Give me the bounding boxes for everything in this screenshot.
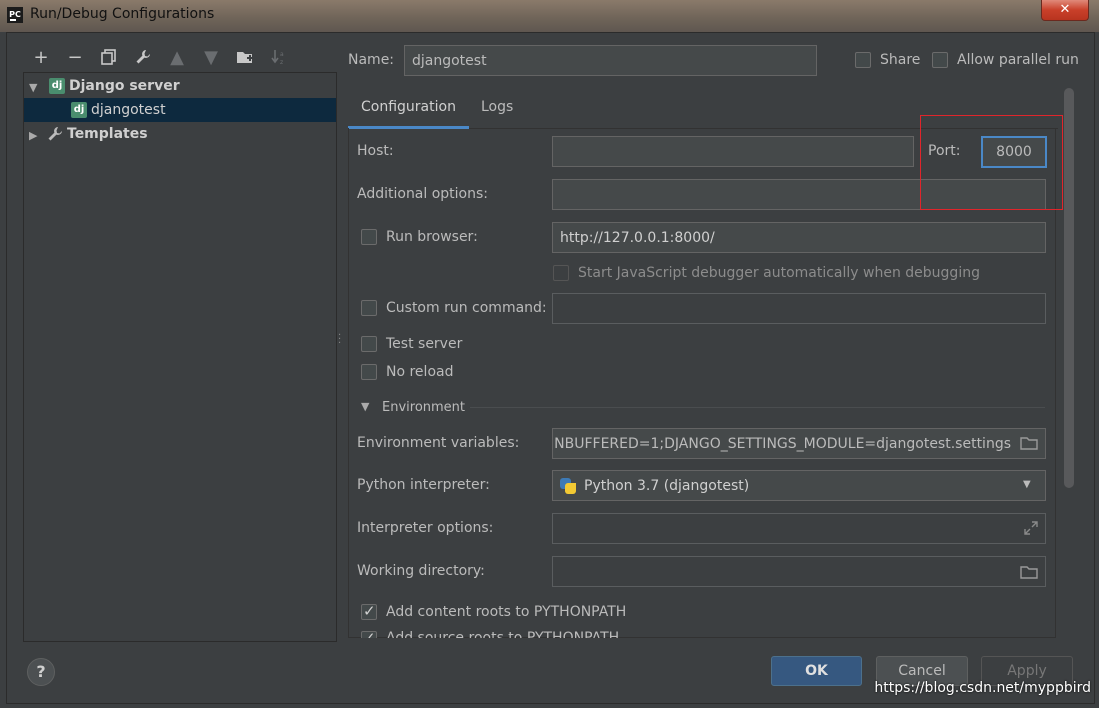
plus-icon: + [33,46,49,68]
wrench-icon [48,127,62,141]
working-directory-input[interactable] [552,556,1046,587]
python-interpreter-select[interactable]: Python 3.7 (djangotest) [552,470,1046,501]
interpreter-options-input[interactable] [552,513,1046,544]
custom-run-command-input[interactable] [552,293,1046,324]
python-icon [560,477,576,494]
tab-configuration[interactable]: Configuration [348,92,469,129]
django-icon: dj [49,78,65,94]
tree-item-django-server[interactable]: ▼ dj Django server [24,74,336,98]
move-up-button[interactable]: ▲ [160,44,194,70]
source-roots-checkbox[interactable] [361,629,377,638]
tab-logs[interactable]: Logs [468,92,526,126]
host-label: Host: [357,143,394,159]
tree-item-label: djangotest [91,102,166,118]
edit-defaults-button[interactable] [126,44,160,70]
env-vars-input[interactable]: NUNBUFFERED=1;DJANGO_SETTINGS_MODULE=dja… [552,428,1046,459]
close-icon: ✕ [1059,2,1071,17]
allow-parallel-run-label: Allow parallel run [957,52,1079,68]
name-label: Name: [348,52,395,68]
interpreter-options-label: Interpreter options: [357,520,494,536]
highlight-annotation [920,115,1063,210]
env-vars-value: NUNBUFFERED=1;DJANGO_SETTINGS_MODULE=dja… [552,435,1011,452]
pycharm-icon: PC [7,7,23,23]
ok-button[interactable]: OK [771,656,862,686]
chevron-down-icon[interactable]: ▼ [29,81,39,94]
arrow-down-icon: ▼ [204,46,218,68]
python-interpreter-label: Python interpreter: [357,477,490,493]
tree-item-label: Templates [67,126,148,142]
no-reload-checkbox[interactable] [361,364,377,380]
js-debugger-label: Start JavaScript debugger automatically … [578,265,980,281]
django-icon: dj [71,102,87,118]
content-roots-checkbox[interactable] [361,602,377,620]
run-browser-checkbox[interactable] [361,229,377,245]
title-bar: PC Run/Debug Configurations ✕ [0,0,1099,32]
config-toolbar: + − ▲ ▼ az [24,44,296,70]
allow-parallel-run-checkbox[interactable] [932,52,948,68]
name-input[interactable]: djangotest [404,45,817,76]
svg-text:a: a [280,51,284,58]
folder-icon[interactable] [1020,565,1038,579]
close-button[interactable]: ✕ [1041,0,1089,21]
no-reload-label: No reload [386,364,454,380]
clipped-row: Add source roots to PYTHONPATH [356,628,1056,638]
section-divider [470,407,1045,408]
tree-item-label: Django server [69,78,180,94]
tree-item-djangotest[interactable]: dj djangotest [24,98,336,122]
folder-add-icon [237,52,253,63]
chevron-right-icon[interactable]: ▶ [29,129,39,142]
custom-run-command-checkbox[interactable] [361,300,377,316]
tree-item-templates[interactable]: ▶ Templates [24,122,336,146]
wrench-icon [136,50,150,64]
share-checkbox[interactable] [855,52,871,68]
js-debugger-checkbox[interactable] [553,265,569,281]
section-collapse-icon[interactable]: ▼ [361,400,369,413]
add-folder-button[interactable] [228,44,262,70]
custom-run-command-label: Custom run command: [386,300,547,316]
copy-button[interactable] [92,44,126,70]
help-button[interactable]: ? [27,658,55,686]
test-server-label: Test server [386,336,463,352]
expand-icon[interactable] [1023,520,1039,536]
test-server-checkbox[interactable] [361,336,377,352]
arrow-up-icon: ▲ [170,46,184,68]
content-roots-label: Add content roots to PYTHONPATH [386,604,627,620]
remove-button[interactable]: − [58,44,92,70]
move-down-button[interactable]: ▼ [194,44,228,70]
chevron-down-icon[interactable]: ▼ [1023,479,1031,490]
sort-icon: az [271,50,284,65]
share-label: Share [880,52,921,68]
working-directory-label: Working directory: [357,563,485,579]
copy-icon [101,49,116,65]
window-title: Run/Debug Configurations [30,6,215,22]
run-browser-url-input[interactable]: http://127.0.0.1:8000/ [552,222,1046,253]
python-interpreter-value: Python 3.7 (djangotest) [584,477,750,494]
vertical-scrollbar[interactable] [1064,88,1074,488]
sort-button[interactable]: az [262,44,296,70]
additional-options-label: Additional options: [357,186,489,202]
env-vars-label: Environment variables: [357,435,520,451]
configuration-tree: ▼ dj Django server dj djangotest ▶ Templ… [23,72,337,642]
environment-section-title: Environment [382,400,466,415]
watermark-text: https://blog.csdn.net/myppbird [874,680,1091,696]
host-input[interactable] [552,136,914,167]
panel-splitter[interactable]: · · · [338,331,342,350]
run-browser-label: Run browser: [386,229,478,245]
svg-text:z: z [280,59,283,65]
source-roots-label: Add source roots to PYTHONPATH [386,630,620,638]
minus-icon: − [67,46,83,68]
add-button[interactable]: + [24,44,58,70]
folder-icon[interactable] [1020,436,1038,450]
